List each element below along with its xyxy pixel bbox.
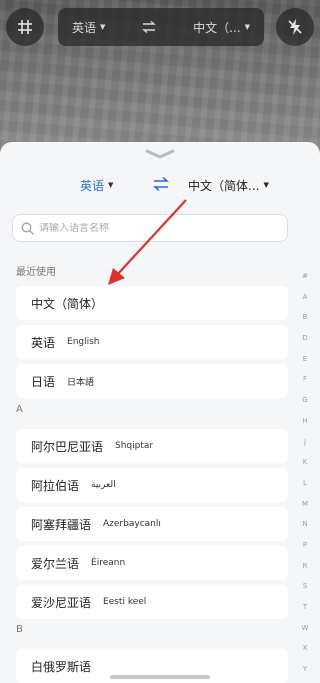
language-name: 白俄罗斯语 bbox=[31, 659, 92, 674]
alphabet-index-letter[interactable]: Y bbox=[303, 659, 307, 680]
language-item[interactable]: 中文（简体） bbox=[16, 286, 288, 320]
language-item[interactable]: 阿拉伯语 العربية bbox=[16, 468, 288, 502]
caret-down-icon: ▼ bbox=[263, 181, 269, 189]
camera-target-language[interactable]: 中文（... ▼ bbox=[193, 19, 250, 36]
caret-down-icon: ▼ bbox=[244, 23, 250, 31]
alphabet-index-letter[interactable]: A bbox=[303, 287, 308, 308]
alphabet-index-letter[interactable]: N bbox=[302, 514, 307, 535]
language-name: 爱尔兰语 bbox=[31, 556, 80, 571]
camera-language-bar: 英语 ▼ 中文（... ▼ bbox=[58, 8, 264, 46]
swap-icon[interactable] bbox=[141, 21, 157, 33]
language-native-name: Éireann bbox=[91, 558, 126, 568]
section-title-b: B bbox=[16, 624, 23, 635]
alphabet-index-letter[interactable]: B bbox=[303, 307, 308, 328]
alphabet-index-letter[interactable]: # bbox=[302, 266, 308, 287]
alphabet-index-letter[interactable]: L bbox=[303, 473, 307, 494]
language-native-name: Eesti keel bbox=[103, 597, 147, 607]
target-language-label: 中文（简体... bbox=[188, 178, 260, 193]
language-item[interactable]: 爱尔兰语 Éireann bbox=[16, 546, 288, 580]
language-native-name: 日本語 bbox=[67, 377, 95, 388]
language-native-name: Shqiptar bbox=[115, 441, 154, 451]
language-name: 日语 bbox=[31, 374, 56, 389]
language-name: 英语 bbox=[31, 335, 56, 350]
alphabet-index-letter[interactable]: T bbox=[303, 597, 307, 618]
alphabet-index-letter[interactable]: R bbox=[303, 556, 308, 577]
alphabet-index-letter[interactable]: J bbox=[304, 432, 306, 453]
alphabet-index-letter[interactable]: D bbox=[302, 328, 307, 349]
caret-down-icon: ▼ bbox=[108, 181, 114, 189]
alphabet-index-letter[interactable]: H bbox=[302, 411, 307, 432]
language-item[interactable]: 爱沙尼亚语 Eesti keel bbox=[16, 585, 288, 619]
source-language-label: 英语 bbox=[80, 178, 105, 193]
section-title-recent: 最近使用 bbox=[16, 267, 56, 278]
language-item[interactable]: 阿尔巴尼亚语 Shqiptar bbox=[16, 429, 288, 463]
search-icon bbox=[21, 222, 34, 235]
section-title-a: A bbox=[16, 404, 23, 415]
collapse-handle-icon[interactable] bbox=[145, 148, 175, 160]
language-item[interactable]: 阿塞拜疆语 Azerbaycanlı bbox=[16, 507, 288, 541]
alphabet-index-letter[interactable]: K bbox=[303, 452, 308, 473]
search-input[interactable] bbox=[39, 222, 269, 234]
flash-button[interactable] bbox=[276, 8, 314, 46]
camera-source-language[interactable]: 英语 ▼ bbox=[72, 19, 105, 36]
target-language-button[interactable]: 中文（简体... ▼ bbox=[188, 177, 269, 194]
language-name: 中文（简体） bbox=[31, 296, 104, 311]
alphabet-index-letter[interactable]: P bbox=[303, 535, 307, 556]
home-indicator bbox=[110, 675, 210, 679]
grid-icon bbox=[18, 20, 32, 34]
alphabet-index-letter[interactable]: E bbox=[303, 349, 307, 370]
language-native-name: Azerbaycanlı bbox=[103, 519, 161, 529]
source-language-button[interactable]: 英语 ▼ bbox=[80, 177, 113, 194]
language-name: 阿尔巴尼亚语 bbox=[31, 439, 104, 454]
language-item[interactable]: 日语 日本語 bbox=[16, 364, 288, 398]
flash-off-icon bbox=[288, 19, 302, 35]
language-native-name: العربية bbox=[91, 480, 116, 490]
camera-target-label: 中文（... bbox=[193, 20, 241, 35]
alphabet-index-letter[interactable]: G bbox=[302, 390, 307, 411]
language-native-name: English bbox=[67, 337, 100, 347]
language-name: 阿拉伯语 bbox=[31, 478, 80, 493]
alphabet-index-letter[interactable]: S bbox=[303, 576, 307, 597]
language-picker-sheet: 英语 ▼ 中文（简体... ▼ 最近使用 中文（简体） 英语 English 日… bbox=[0, 142, 320, 683]
alphabet-index-letter[interactable]: M bbox=[302, 494, 308, 515]
language-name: 阿塞拜疆语 bbox=[31, 517, 92, 532]
alphabet-index[interactable]: #ABDEFGHJKLMNPRSTWXYZ bbox=[298, 266, 312, 683]
swap-icon[interactable] bbox=[153, 177, 169, 191]
search-box[interactable] bbox=[12, 214, 288, 242]
language-item[interactable]: 英语 English bbox=[16, 325, 288, 359]
grid-button[interactable] bbox=[6, 8, 44, 46]
camera-source-label: 英语 bbox=[72, 20, 97, 35]
language-name: 爱沙尼亚语 bbox=[31, 595, 92, 610]
caret-down-icon: ▼ bbox=[100, 23, 106, 31]
alphabet-index-letter[interactable]: X bbox=[303, 638, 308, 659]
language-selector-bar: 英语 ▼ 中文（简体... ▼ bbox=[0, 174, 320, 196]
alphabet-index-letter[interactable]: W bbox=[302, 618, 309, 639]
alphabet-index-letter[interactable]: F bbox=[303, 369, 307, 390]
